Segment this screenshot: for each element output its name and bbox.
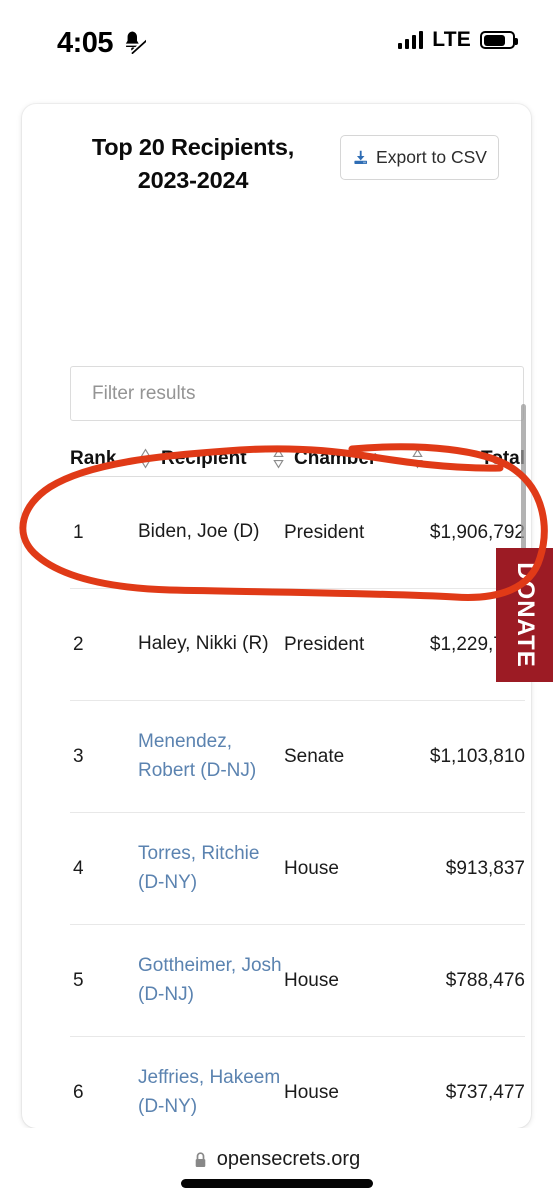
- cell-chamber: House: [284, 857, 339, 879]
- cell-recipient: Biden, Joe (D): [138, 521, 260, 543]
- cell-chamber: President: [284, 521, 365, 543]
- column-header-total[interactable]: Total: [425, 448, 525, 470]
- cell-total: $737,477: [445, 1081, 525, 1103]
- cell-chamber: Senate: [284, 745, 345, 767]
- column-header-chamber[interactable]: Chamber: [286, 448, 410, 470]
- status-bar: 4:05 LTE: [0, 0, 553, 72]
- column-header-recipient[interactable]: Recipient: [153, 448, 271, 470]
- cell-chamber: House: [284, 969, 339, 991]
- table-row[interactable]: 6 Jeffries, Hakeem (D-NY) House $737,477: [70, 1037, 525, 1128]
- cell-recipient-link[interactable]: Torres, Ritchie (D-NY): [138, 840, 284, 897]
- sort-diamond-icon[interactable]: [410, 448, 425, 469]
- status-bar-time: 4:05: [57, 27, 114, 59]
- cell-rank: 6: [73, 1081, 84, 1103]
- bell-slash-icon: [120, 28, 149, 55]
- home-indicator: [180, 1179, 373, 1188]
- export-to-csv-button[interactable]: Export to CSV: [340, 135, 499, 180]
- table-row[interactable]: 5 Gottheimer, Josh (D-NJ) House $788,476: [70, 925, 525, 1037]
- table-row[interactable]: 4 Torres, Ritchie (D-NY) House $913,837: [70, 813, 525, 925]
- cell-total: $913,837: [445, 857, 525, 879]
- table-header-row: Rank Recipient Chamber Total: [70, 441, 525, 477]
- cell-total: $1,103,810: [429, 745, 525, 767]
- cell-rank: 5: [73, 969, 84, 991]
- status-bar-right: LTE: [397, 28, 518, 52]
- download-icon: [352, 149, 369, 166]
- page-url: opensecrets.org: [216, 1148, 361, 1170]
- column-header-rank[interactable]: Rank: [70, 448, 138, 470]
- page-title: Top 20 Recipients, 2023-2024: [91, 134, 295, 194]
- filter-results-input[interactable]: [70, 366, 524, 421]
- cell-recipient-link[interactable]: Menendez, Robert (D-NJ): [138, 728, 284, 785]
- cell-recipient-link[interactable]: Gottheimer, Josh (D-NJ): [138, 952, 284, 1009]
- export-to-csv-label: Export to CSV: [376, 147, 487, 167]
- cell-chamber: House: [284, 1081, 339, 1103]
- browser-bottom-bar: opensecrets.org: [0, 1128, 553, 1200]
- cell-rank: 2: [73, 633, 84, 655]
- results-card: Top 20 Recipients, 2023-2024 Export to C…: [22, 104, 531, 1128]
- cell-rank: 3: [73, 745, 84, 767]
- table-body: 1 Biden, Joe (D) President $1,906,792 2 Haley…: [70, 477, 525, 1128]
- address-bar[interactable]: opensecrets.org: [193, 1148, 360, 1171]
- donate-tab-label: DONATE: [511, 562, 539, 668]
- cell-total: $1,906,792: [429, 521, 525, 543]
- cell-recipient-link[interactable]: Jeffries, Hakeem (D-NY): [138, 1064, 284, 1121]
- card-header: Top 20 Recipients, 2023-2024 Export to C…: [22, 104, 531, 228]
- lock-icon: [193, 1151, 208, 1169]
- cellular-signal-icon: [397, 31, 424, 49]
- network-type-label: LTE: [432, 28, 471, 51]
- table-row[interactable]: 3 Menendez, Robert (D-NJ) Senate $1,103,810: [70, 701, 525, 813]
- cell-total: $788,476: [445, 969, 525, 991]
- cell-rank: 4: [73, 857, 84, 879]
- sort-diamond-icon[interactable]: [271, 448, 286, 469]
- cell-chamber: President: [284, 633, 365, 655]
- table-row[interactable]: 2 Haley, Nikki (R) President $1,229,716: [70, 589, 525, 701]
- cell-recipient: Haley, Nikki (R): [138, 633, 269, 655]
- sort-diamond-icon[interactable]: [138, 448, 153, 469]
- table-row[interactable]: 1 Biden, Joe (D) President $1,906,792: [70, 477, 525, 589]
- battery-icon: [480, 31, 518, 49]
- recipients-table: Rank Recipient Chamber Total 1 Biden, Jo…: [70, 441, 525, 1128]
- cell-rank: 1: [73, 521, 84, 543]
- phone-screen: 4:05 LTE Top 20 Recipients, 2023-2024 Ex…: [0, 0, 553, 1200]
- donate-tab[interactable]: DONATE: [496, 548, 553, 682]
